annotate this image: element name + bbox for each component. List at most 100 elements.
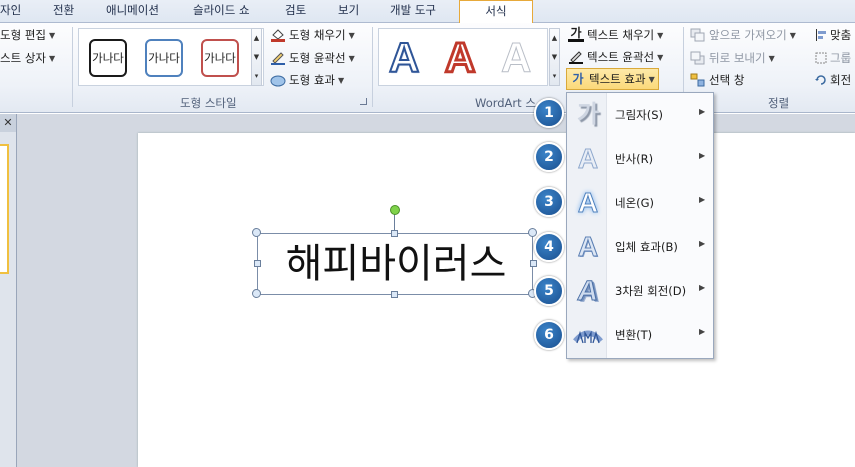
shape-style-gallery: 가나다 가나다 가나다 [78,28,264,86]
wordart-style-red[interactable]: A [443,33,476,83]
submenu-arrow-icon: ▶ [699,151,706,160]
shape-style-gallery-scroll[interactable]: ▲ ▼ ▾ [251,28,262,86]
menu-item-label: 입체 효과(B) [615,240,678,254]
shape-effects-button[interactable]: 도형 효과 ▼ [270,72,344,88]
text-box-content[interactable]: 해피바이러스 [258,234,534,294]
rotate-button[interactable]: 회전 [815,72,851,88]
menu-item-glow[interactable]: A 네온(G) ▶ [567,181,713,225]
resize-handle-top[interactable] [391,230,398,237]
text-box-button[interactable]: 스트 상자 ▼ [0,50,55,66]
resize-handle-bottom[interactable] [391,291,398,298]
close-pane-icon[interactable]: ✕ [0,114,16,132]
tab-developer[interactable]: 개발 도구 [390,2,436,18]
shape-outline-button[interactable]: 도형 윤곽선 ▼ [270,50,355,66]
shape-style-red[interactable]: 가나다 [201,39,239,77]
menu-item-3d-rotation[interactable]: A 3차원 회전(D) ▶ [567,269,713,313]
menu-item-label: 변환(T) [615,328,653,342]
text-fill-button[interactable]: 가 텍스트 채우기 ▼ [568,27,663,43]
ribbon-tab-bar: 자인 전환 애니메이션 슬라이드 쇼 검토 보기 개발 도구 서식 [0,0,855,24]
text-outline-icon [568,50,584,64]
chevron-down-icon: ▼ [348,53,355,63]
chevron-down-icon: ▼ [657,52,664,62]
resize-handle-top-left[interactable] [252,228,261,237]
shape-fill-button[interactable]: 도형 채우기 ▼ [270,27,355,43]
dialog-launcher-icon[interactable] [360,98,367,105]
arrange-group-label: 정렬 [768,96,790,110]
step-badge-2: 2 [534,142,564,172]
shadow-icon: 가 [576,101,600,128]
edit-shape-button[interactable]: 도형 편집 ▼ [0,27,55,43]
wordart-style-white[interactable]: A [500,34,531,82]
expand-gallery-icon[interactable]: ▾ [255,72,259,80]
submenu-arrow-icon: ▶ [699,283,706,292]
text-box[interactable]: 해피바이러스 [257,233,533,295]
tab-slideshow[interactable]: 슬라이드 쇼 [193,2,250,18]
menu-item-label: 3차원 회전(D) [615,284,687,298]
reflection-icon: A [577,143,599,175]
scroll-down-icon[interactable]: ▼ [552,53,557,61]
ribbon: 도형 편집 ▼ 스트 상자 ▼ 가나다 가나다 가나다 ▲ ▼ ▾ 도형 채우기 ▼ … [0,23,855,113]
tab-design[interactable]: 자인 [0,2,21,18]
group-objects-button[interactable]: 그룹 [815,50,851,66]
wordart-gallery-scroll[interactable]: ▲ ▼ ▾ [549,28,560,86]
menu-item-label: 그림자(S) [615,108,664,122]
text-outline-button[interactable]: 텍스트 윤곽선 ▼ [568,49,663,65]
menu-item-bevel[interactable]: A 입체 효과(B) ▶ [567,225,713,269]
menu-item-shadow[interactable]: 가 그림자(S) ▶ [567,93,713,137]
slide-thumbnail[interactable] [0,144,9,274]
tab-format[interactable]: 서식 [459,0,533,24]
text-outline-label: 텍스트 윤곽선 [587,50,655,64]
selection-pane-icon [690,73,706,87]
resize-handle-bottom-left[interactable] [252,289,261,298]
text-effects-label: 텍스트 효과 [589,72,646,86]
rotate-icon [815,73,827,87]
rotation-handle[interactable] [390,205,400,215]
group-objects-icon [815,51,827,65]
tab-animations[interactable]: 애니메이션 [106,2,159,18]
slide-canvas[interactable] [138,133,855,467]
submenu-arrow-icon: ▶ [699,107,706,116]
tab-review[interactable]: 검토 [285,2,306,18]
slides-pane: ✕ [0,114,17,467]
resize-handle-left[interactable] [254,260,261,267]
scroll-up-icon[interactable]: ▲ [552,34,557,42]
shape-fill-label: 도형 채우기 [289,28,346,42]
submenu-arrow-icon: ▶ [699,195,706,204]
rotate-label: 회전 [830,73,852,87]
menu-item-label: 반사(R) [615,152,654,166]
shape-effects-label: 도형 효과 [289,73,335,87]
shape-style-dark[interactable]: 가나다 [89,39,127,77]
tab-view[interactable]: 보기 [338,2,359,18]
tab-transitions[interactable]: 전환 [53,2,74,18]
bring-forward-label: 앞으로 가져오기 [709,28,787,42]
selection-pane-button[interactable]: 선택 창 [690,72,744,88]
text-box-label: 스트 상자 [0,51,46,65]
3d-rotation-icon: A [575,275,601,307]
scroll-down-icon[interactable]: ▼ [254,53,259,61]
wordart-style-gallery: A A A [378,28,548,86]
text-effects-icon: 가 [572,72,584,86]
transform-icon [573,319,603,351]
bring-forward-button[interactable]: 앞으로 가져오기 ▼ [690,27,796,43]
wordart-style-blue[interactable]: A [388,33,420,82]
submenu-arrow-icon: ▶ [699,239,706,248]
resize-handle-right[interactable] [530,260,537,267]
chevron-down-icon: ▼ [48,30,56,40]
send-backward-label: 뒤로 보내기 [709,51,766,65]
group-objects-label: 그룹 [830,51,852,65]
align-icon [815,28,827,42]
expand-gallery-icon[interactable]: ▾ [553,72,557,80]
menu-item-reflection[interactable]: A 반사(R) ▶ [567,137,713,181]
shape-style-blue[interactable]: 가나다 [145,39,183,77]
text-effects-button[interactable]: 가 텍스트 효과 ▼ [566,68,659,90]
resize-handle-top-right[interactable] [528,228,537,237]
scroll-up-icon[interactable]: ▲ [254,34,259,42]
submenu-arrow-icon: ▶ [699,327,706,336]
text-effects-menu: 가 그림자(S) ▶ A 반사(R) ▶ A 네온(G) ▶ A 입체 효과(B… [566,92,714,359]
align-button[interactable]: 맞춤 [815,27,851,43]
menu-item-transform[interactable]: 변환(T) ▶ [567,313,713,357]
send-backward-icon [690,51,706,65]
send-backward-button[interactable]: 뒤로 보내기 ▼ [690,50,775,66]
chevron-down-icon: ▼ [348,30,355,40]
step-badge-3: 3 [534,187,564,217]
